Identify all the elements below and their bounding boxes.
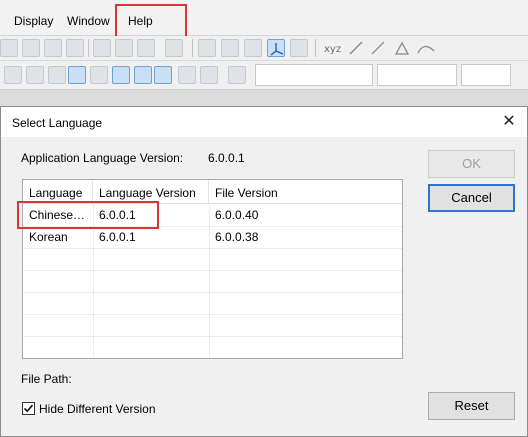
close-icon[interactable]: ✕	[495, 110, 523, 134]
measure-icons-glyph	[349, 41, 435, 55]
toolbar-button[interactable]	[137, 39, 155, 57]
row-divider	[23, 248, 402, 249]
column-header-file-version[interactable]: File Version	[209, 180, 402, 204]
app-language-version-label: Application Language Version:	[21, 151, 184, 165]
toolbar-button[interactable]	[154, 66, 172, 84]
select-language-dialog: Select Language ✕ Application Language V…	[0, 106, 528, 437]
menu-bar: Display Window Help	[0, 0, 528, 36]
row-divider	[23, 270, 402, 271]
workspace-strip	[0, 90, 528, 106]
column-header-language-version[interactable]: Language Version	[93, 180, 209, 204]
toolbar-row-2	[0, 61, 528, 90]
menu-help[interactable]: Help	[128, 14, 153, 28]
row-divider	[23, 314, 402, 315]
toolbar-button[interactable]	[112, 66, 130, 84]
cell-language: Chinese…	[29, 208, 86, 222]
app-language-version-value: 6.0.0.1	[208, 151, 245, 165]
toolbar-button[interactable]	[66, 39, 84, 57]
column-header-language[interactable]: Language	[23, 180, 93, 204]
toolbar-button[interactable]	[90, 66, 108, 84]
toolbar-separator	[88, 39, 89, 57]
row-divider	[23, 292, 402, 293]
cancel-button[interactable]: Cancel	[428, 184, 515, 212]
toolbar-button[interactable]	[4, 66, 22, 84]
toolbar-button[interactable]	[198, 39, 216, 57]
toolbar-button[interactable]	[134, 66, 152, 84]
toolbar-button[interactable]	[228, 66, 246, 84]
toolbar-separator	[315, 39, 316, 57]
toolbar-button[interactable]	[244, 39, 262, 57]
grid-icon[interactable]	[93, 39, 111, 57]
cell-language: Korean	[29, 230, 68, 244]
toolbar-combo-3[interactable]	[461, 64, 511, 86]
cell-language-version: 6.0.0.1	[99, 230, 136, 244]
toolbar-combo-2[interactable]	[377, 64, 457, 86]
toolbar-row-1: xyz	[0, 36, 528, 61]
row-divider	[23, 336, 402, 337]
cell-language-version: 6.0.0.1	[99, 208, 136, 222]
menu-display[interactable]: Display	[14, 14, 53, 28]
list-header: Language Language Version File Version	[23, 180, 402, 204]
reset-button[interactable]: Reset	[428, 392, 515, 420]
toolbar-button[interactable]	[200, 66, 218, 84]
menu-window[interactable]: Window	[67, 14, 110, 28]
toolbar-separator	[192, 39, 193, 57]
toolbar-button[interactable]	[221, 39, 239, 57]
axis-icon[interactable]	[267, 39, 285, 57]
dialog-titlebar: Select Language ✕	[1, 107, 527, 137]
xyz-label[interactable]: xyz	[324, 44, 341, 55]
toolbar-button[interactable]	[178, 66, 196, 84]
hide-different-version-label[interactable]: Hide Different Version	[39, 402, 156, 416]
checkmark-icon	[23, 404, 34, 413]
toolbar-button[interactable]	[68, 66, 86, 84]
toolbar-button[interactable]	[165, 39, 183, 57]
grid-icon[interactable]	[115, 39, 133, 57]
toolbar-button[interactable]	[290, 39, 308, 57]
toolbar-button[interactable]	[0, 39, 18, 57]
hide-different-version-checkbox[interactable]	[22, 402, 35, 415]
cell-file-version: 6.0.0.38	[215, 230, 259, 244]
dialog-title: Select Language	[12, 116, 103, 130]
toolbar-button[interactable]	[22, 39, 40, 57]
toolbar-combo-1[interactable]	[255, 64, 373, 86]
toolbar-button[interactable]	[48, 66, 66, 84]
ok-button[interactable]: OK	[428, 150, 515, 178]
table-row[interactable]: Korean 6.0.0.1 6.0.0.38	[23, 227, 402, 248]
axis-icon-glyph	[270, 43, 284, 56]
table-row[interactable]: Chinese… 6.0.0.1 6.0.0.40	[23, 205, 402, 226]
language-list[interactable]: Language Language Version File Version C…	[22, 179, 403, 359]
toolbar-button[interactable]	[44, 39, 62, 57]
toolbar-button[interactable]	[26, 66, 44, 84]
measure-icons[interactable]	[346, 39, 442, 57]
file-path-label: File Path:	[21, 372, 72, 386]
cell-file-version: 6.0.0.40	[215, 208, 259, 222]
